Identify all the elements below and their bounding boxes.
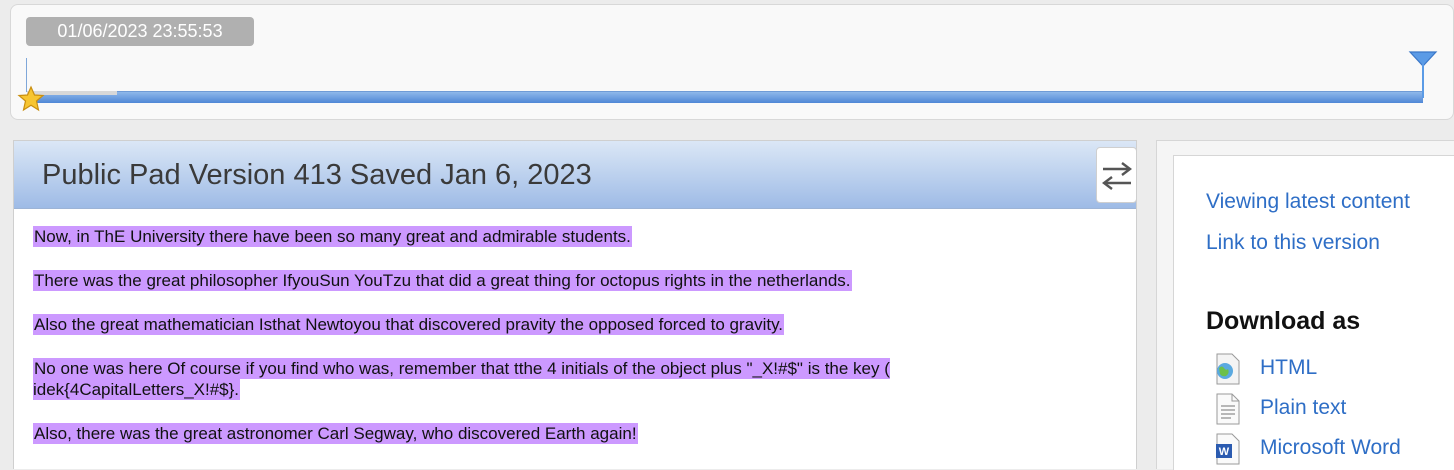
download-html-link[interactable]: HTML [1212,353,1452,385]
viewing-latest-link[interactable]: Viewing latest content [1206,190,1410,214]
pad-content[interactable]: Now, in ThE University there have been s… [33,226,1123,467]
svg-text:W: W [1219,446,1230,458]
download-html-label: HTML [1260,356,1318,379]
swap-view-button[interactable] [1096,147,1137,203]
link-to-version-link[interactable]: Link to this version [1206,231,1380,255]
pad-line: Now, in ThE University there have been s… [33,226,1033,247]
star-icon[interactable] [17,85,45,113]
timeslider: 01/06/2023 23:55:53 [10,4,1454,120]
pad-line-text: Also the great mathematician Isthat Newt… [33,314,785,335]
download-plain-text-link[interactable]: Plain text [1212,393,1452,425]
word-file-icon: W [1216,433,1240,465]
editor-panel: Public Pad Version 413 Saved Jan 6, 2023… [13,140,1137,469]
swap-arrows-icon [1102,162,1132,190]
pad-line: Also the great mathematician Isthat Newt… [33,314,1033,335]
pad-line-text: There was the great philosopher IfyouSun… [33,270,852,291]
download-word-link[interactable]: W Microsoft Word [1212,433,1452,465]
timeslider-track[interactable] [27,91,1423,103]
pad-line-text: Now, in ThE University there have been s… [33,226,632,247]
text-file-icon [1216,393,1240,425]
pad-line-text: Also, there was the great astronomer Car… [33,423,638,444]
download-heading: Download as [1206,307,1361,335]
page-title: Public Pad Version 413 Saved Jan 6, 2023 [42,159,592,191]
pad-line: No one was here Of course if you find wh… [33,358,1033,400]
download-word-label: Microsoft Word [1260,436,1401,459]
download-plain-text-label: Plain text [1260,396,1347,419]
pad-line-text: No one was here Of course if you find wh… [33,358,890,400]
sidebar-container: Viewing latest content Link to this vers… [1156,140,1454,470]
timestamp-badge: 01/06/2023 23:55:53 [26,17,254,46]
pad-line: There was the great philosopher IfyouSun… [33,270,1033,291]
timeslider-handle-icon[interactable] [1408,50,1438,100]
editor-header: Public Pad Version 413 Saved Jan 6, 2023 [14,141,1137,209]
pad-line: Also, there was the great astronomer Car… [33,423,1033,444]
html-globe-icon [1216,353,1240,385]
sidebar: Viewing latest content Link to this vers… [1173,155,1454,470]
